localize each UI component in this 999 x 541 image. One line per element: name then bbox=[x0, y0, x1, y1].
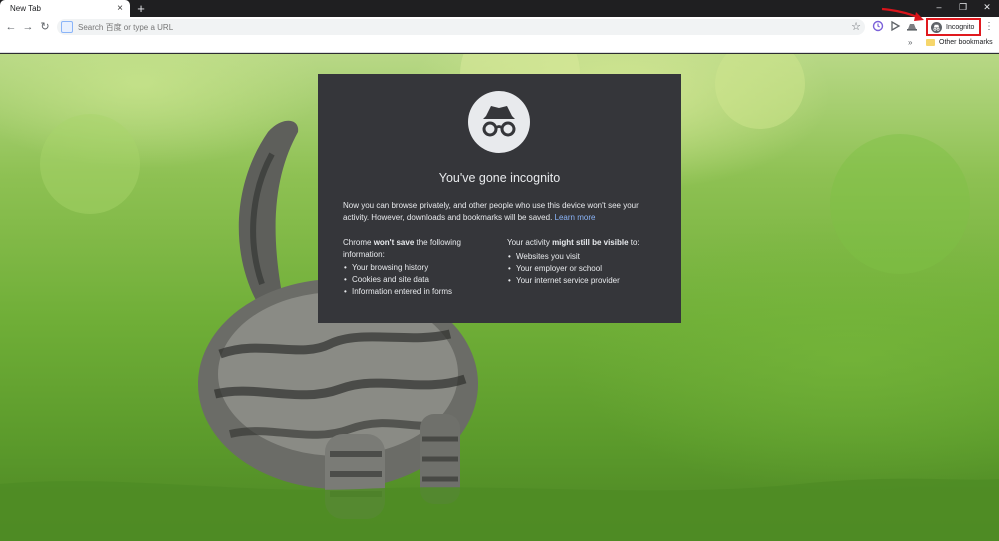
still-visible-list: Websites you visit Your employer or scho… bbox=[507, 251, 657, 287]
list-item: Cookies and site data bbox=[343, 274, 493, 286]
tab-new-tab[interactable]: New Tab × bbox=[0, 0, 130, 17]
tab-close-icon[interactable]: × bbox=[113, 2, 127, 16]
incognito-title: You've gone incognito bbox=[438, 171, 561, 185]
still-visible-section: Your activity might still be visible to:… bbox=[507, 237, 657, 287]
red-arrow-annotation bbox=[881, 7, 924, 21]
list-item: Your browsing history bbox=[343, 262, 493, 274]
wont-save-list: Your browsing history Cookies and site d… bbox=[343, 262, 493, 298]
incognito-profile-button[interactable]: Incognito bbox=[926, 18, 981, 36]
list-item: Your employer or school bbox=[507, 263, 657, 275]
incognito-logo-icon bbox=[468, 91, 530, 153]
learn-more-link[interactable]: Learn more bbox=[555, 213, 596, 222]
bookmark-star-icon[interactable]: ☆ bbox=[851, 20, 861, 34]
list-item: Websites you visit bbox=[507, 251, 657, 263]
folder-icon bbox=[926, 39, 935, 46]
list-item: Your internet service provider bbox=[507, 275, 657, 287]
reload-button[interactable]: ↻ bbox=[37, 19, 53, 35]
tab-title: New Tab bbox=[10, 4, 41, 13]
other-bookmarks-folder[interactable]: Other bookmarks bbox=[926, 39, 993, 46]
new-tab-button[interactable]: + bbox=[133, 0, 149, 17]
address-input[interactable] bbox=[78, 22, 838, 32]
close-window-button[interactable]: ✕ bbox=[976, 0, 998, 17]
tab-strip: New Tab × + – ❐ ✕ bbox=[0, 0, 999, 17]
still-visible-heading: Your activity might still be visible to: bbox=[507, 238, 640, 247]
other-bookmarks-label: Other bookmarks bbox=[939, 39, 993, 46]
list-item: Information entered in forms bbox=[343, 286, 493, 298]
wont-save-heading: Chrome won't save the following informat… bbox=[343, 238, 461, 259]
bookmarks-overflow-button[interactable]: » bbox=[908, 38, 912, 47]
restore-button[interactable]: ❐ bbox=[952, 0, 974, 17]
omnibox[interactable]: ☆ bbox=[57, 19, 865, 35]
bookmarks-bar: » Other bookmarks bbox=[0, 37, 999, 53]
incognito-label: Incognito bbox=[946, 23, 975, 31]
minimize-button[interactable]: – bbox=[928, 0, 950, 17]
back-button[interactable]: ← bbox=[3, 19, 19, 35]
incognito-card: You've gone incognito Now you can browse… bbox=[318, 74, 681, 323]
chrome-menu-button[interactable]: ⋮ bbox=[984, 20, 994, 34]
wont-save-section: Chrome won't save the following informat… bbox=[343, 237, 493, 298]
incognito-icon bbox=[931, 21, 942, 33]
forward-button[interactable]: → bbox=[20, 19, 36, 35]
incognito-description: Now you can browse privately, and other … bbox=[343, 200, 658, 223]
search-engine-icon bbox=[61, 21, 73, 33]
toolbar: ← → ↻ ☆ Incognito ⋮ bbox=[0, 17, 999, 37]
